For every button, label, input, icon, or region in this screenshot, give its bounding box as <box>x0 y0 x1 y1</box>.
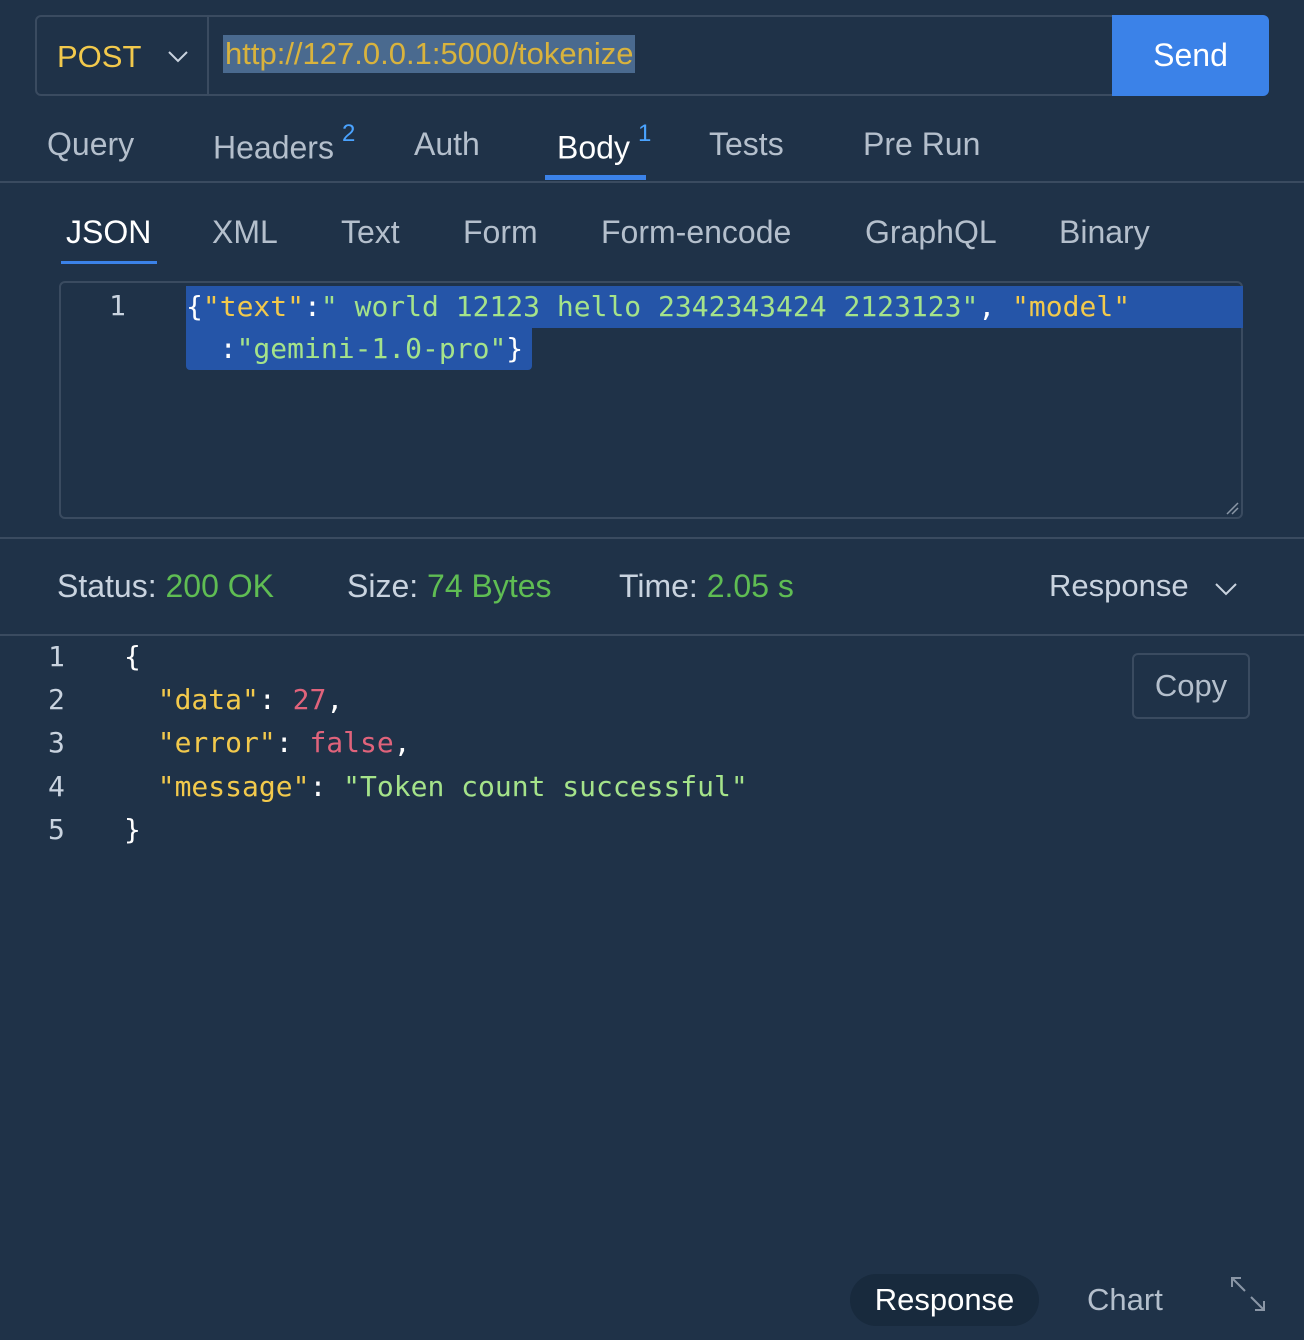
editor-code-line-2: :"gemini-1.0-pro"} <box>186 332 524 365</box>
request-tabs: Query Headers 2 Auth Body 1 Tests Pre Run <box>0 100 1304 183</box>
response-code-line: "data": 27, <box>157 683 344 716</box>
url-input[interactable]: http://127.0.0.1:5000/tokenize <box>223 35 636 73</box>
chevron-down-icon <box>168 51 188 63</box>
active-tab-indicator <box>545 175 646 180</box>
method-select[interactable]: POST <box>37 17 209 94</box>
expand-icon[interactable] <box>1228 1274 1268 1314</box>
body-tab-form-encode[interactable]: Form-encode <box>601 214 791 251</box>
response-view-select[interactable]: Response <box>1049 568 1189 604</box>
editor-code-line-1: {"text":" world 12123 hello 2342343424 2… <box>186 290 1131 323</box>
copy-button[interactable]: Copy <box>1132 653 1250 719</box>
request-url-bar: POST http://127.0.0.1:5000/tokenize Send <box>35 15 1269 96</box>
response-code-line: "message": "Token count successful" <box>157 770 748 803</box>
response-code-line: { <box>124 640 141 673</box>
divider <box>0 537 1304 539</box>
send-button[interactable]: Send <box>1112 15 1269 96</box>
body-count-badge: 1 <box>637 120 652 147</box>
response-line-number: 2 <box>48 683 65 716</box>
body-tab-text[interactable]: Text <box>341 214 400 251</box>
body-tab-json[interactable]: JSON <box>66 214 151 251</box>
method-label: POST <box>57 39 142 74</box>
response-line-number: 1 <box>48 640 65 673</box>
response-line-number: 3 <box>48 726 65 759</box>
tab-headers[interactable]: Headers 2 <box>213 120 355 167</box>
chevron-down-icon[interactable] <box>1214 576 1238 600</box>
tab-pre-run[interactable]: Pre Run <box>863 126 980 163</box>
active-body-tab-indicator <box>61 261 157 264</box>
tab-body[interactable]: Body 1 <box>557 120 651 167</box>
body-tab-binary[interactable]: Binary <box>1059 214 1150 251</box>
time-indicator: Time: 2.05 s <box>619 568 794 604</box>
headers-count-badge: 2 <box>341 120 356 147</box>
chart-view-button[interactable]: Chart <box>1087 1282 1163 1318</box>
response-code-line: "error": false, <box>157 726 411 759</box>
body-tab-xml[interactable]: XML <box>212 214 278 251</box>
divider <box>0 634 1304 636</box>
response-code-line: } <box>124 813 141 846</box>
response-line-number: 4 <box>48 770 65 803</box>
resize-handle-icon[interactable] <box>1225 501 1239 515</box>
status-indicator: Status: 200 OK <box>57 568 275 604</box>
body-tab-form[interactable]: Form <box>463 214 538 251</box>
response-view-button[interactable]: Response <box>850 1274 1039 1326</box>
tab-query[interactable]: Query <box>47 126 134 163</box>
tab-auth[interactable]: Auth <box>414 126 480 163</box>
tab-tests[interactable]: Tests <box>709 126 784 163</box>
body-tab-graphql[interactable]: GraphQL <box>865 214 997 251</box>
editor-line-number: 1 <box>109 289 126 322</box>
json-body-editor[interactable]: 1 {"text":" world 12123 hello 2342343424… <box>59 281 1243 519</box>
size-indicator: Size: 74 Bytes <box>347 568 552 604</box>
response-line-number: 5 <box>48 813 65 846</box>
